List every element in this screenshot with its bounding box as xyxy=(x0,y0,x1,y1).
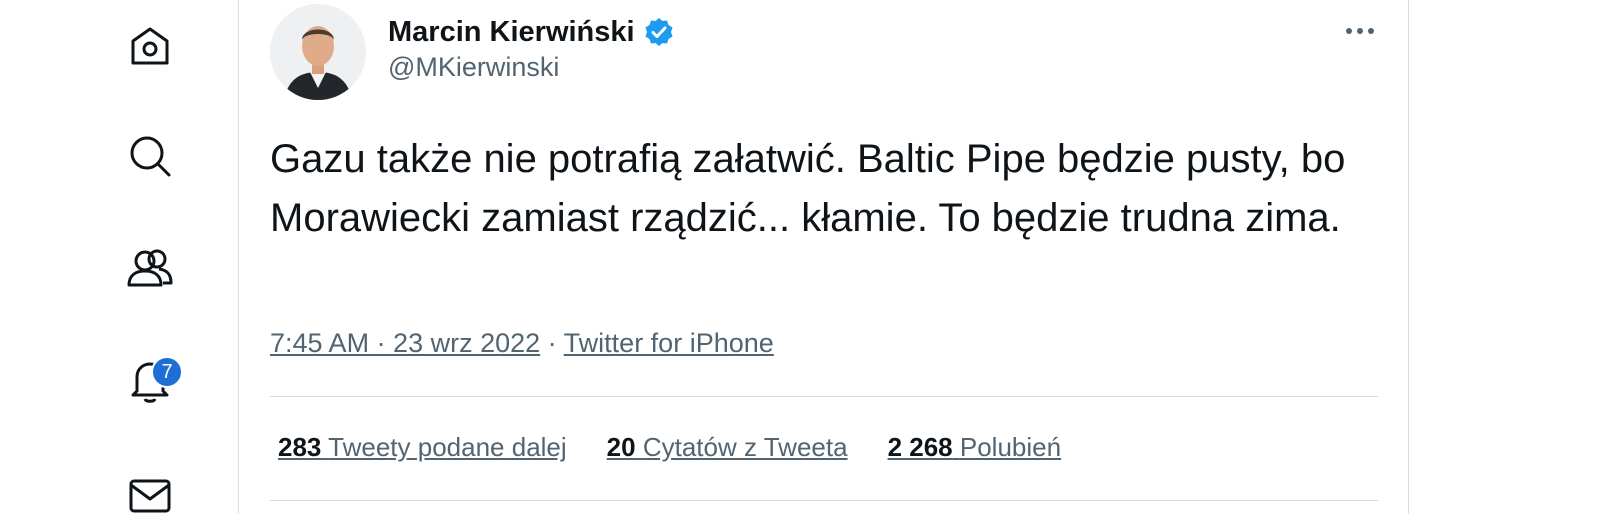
meta-separator: · xyxy=(540,328,564,358)
tweet-timestamp[interactable]: 7:45 AM · 23 wrz 2022 xyxy=(270,328,540,358)
sidebar-nav: 7 xyxy=(0,0,240,514)
column-border-right xyxy=(1408,0,1409,514)
tweet-text: Gazu także nie potrafią załatwić. Baltic… xyxy=(270,137,1346,240)
tweet-source[interactable]: Twitter for iPhone xyxy=(564,328,774,358)
quotes-count: 20 xyxy=(606,432,636,462)
nav-messages[interactable] xyxy=(122,470,178,526)
nav-communities[interactable] xyxy=(122,242,178,298)
quotes-stat[interactable]: 20 Cytatów z Tweeta xyxy=(607,432,848,463)
author-handle[interactable]: @MKierwinski xyxy=(388,52,559,83)
retweets-count: 283 xyxy=(278,432,322,462)
more-options-button[interactable] xyxy=(1336,16,1384,48)
retweets-label: Tweety podane dalej xyxy=(328,432,567,462)
likes-label: Polubień xyxy=(959,432,1062,462)
search-icon xyxy=(125,131,175,186)
more-icon xyxy=(1344,23,1376,41)
divider xyxy=(270,396,1378,397)
mail-icon xyxy=(125,471,175,526)
verified-badge-icon xyxy=(643,16,675,48)
tweet-meta: 7:45 AM · 23 wrz 2022 · Twitter for iPho… xyxy=(270,328,774,359)
tweet-stats: 283 Tweety podane dalej 20 Cytatów z Twe… xyxy=(278,432,1061,463)
nav-home[interactable] xyxy=(122,20,178,76)
author-name[interactable]: Marcin Kierwiński xyxy=(388,16,635,49)
divider xyxy=(270,500,1378,501)
people-icon xyxy=(125,243,175,298)
notification-badge: 7 xyxy=(151,356,183,388)
author-row: Marcin Kierwiński xyxy=(388,12,675,52)
avatar[interactable] xyxy=(270,4,366,100)
nav-explore[interactable] xyxy=(122,130,178,186)
quotes-label: Cytatów z Tweeta xyxy=(642,432,848,462)
home-icon xyxy=(125,21,175,76)
column-border-left xyxy=(238,0,239,514)
likes-stat[interactable]: 2 268 Polubień xyxy=(888,432,1062,463)
retweets-stat[interactable]: 283 Tweety podane dalej xyxy=(278,432,567,463)
likes-count: 2 268 xyxy=(887,432,953,462)
